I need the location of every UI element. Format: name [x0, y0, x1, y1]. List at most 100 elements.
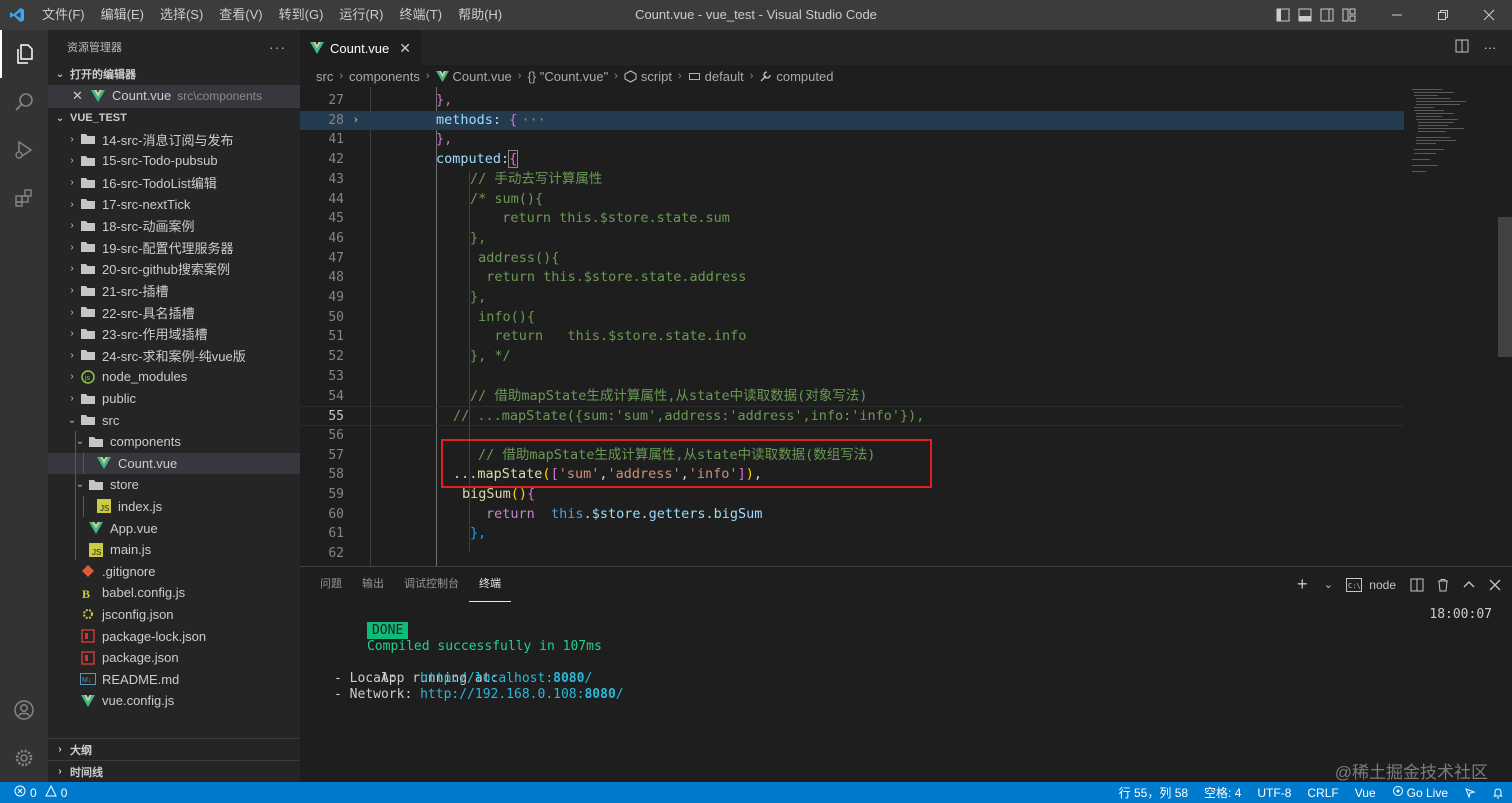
tree-item-file[interactable]: .gitignore: [48, 560, 300, 582]
scrollbar-thumb[interactable]: [1498, 217, 1512, 357]
tree-item-app-vue[interactable]: App.vue: [48, 517, 300, 539]
tree-item-folder[interactable]: › js node_modules: [48, 366, 300, 388]
tab-output[interactable]: 输出: [352, 568, 394, 601]
tree-item-file[interactable]: Bbabel.config.js: [48, 582, 300, 604]
tree-item-folder[interactable]: › 24-src-求和案例-纯vue版: [48, 345, 300, 367]
feedback-icon[interactable]: [1456, 787, 1484, 799]
menu-file[interactable]: 文件(F): [34, 0, 93, 30]
code-editor[interactable]: 27 }, 28 › methods: {··· 41 }, 42 comput…: [300, 87, 1512, 566]
local-url[interactable]: http://localhost:8080/: [420, 671, 592, 686]
tab-debug-console[interactable]: 调试控制台: [394, 568, 469, 601]
indentation[interactable]: 空格: 4: [1196, 784, 1249, 801]
tree-item-folder[interactable]: › 23-src-作用域插槽: [48, 323, 300, 345]
chevron-right-icon: ›: [70, 155, 74, 167]
maximize-panel-icon[interactable]: [1458, 574, 1480, 596]
encoding[interactable]: UTF-8: [1249, 786, 1299, 800]
tree-item-folder[interactable]: › 16-src-TodoList编辑: [48, 172, 300, 194]
tab-problems[interactable]: 问题: [310, 568, 352, 601]
breadcrumb-computed[interactable]: computed: [776, 69, 833, 84]
tree-item-count-vue[interactable]: Count.vue: [48, 452, 300, 475]
breadcrumb-default[interactable]: default: [705, 69, 744, 84]
settings-gear-icon[interactable]: [0, 734, 48, 782]
toggle-sidebar-icon[interactable]: [1272, 0, 1294, 30]
tree-item-file[interactable]: package-lock.json: [48, 625, 300, 647]
tree-item-folder[interactable]: › 20-src-github搜索案例: [48, 258, 300, 280]
toggle-panel-icon[interactable]: [1294, 0, 1316, 30]
breadcrumb-src[interactable]: src: [316, 69, 333, 84]
chevron-right-icon[interactable]: ›: [354, 111, 358, 131]
menu-edit[interactable]: 编辑(E): [93, 0, 152, 30]
split-terminal-icon[interactable]: [1406, 574, 1428, 596]
tree-item-index-js[interactable]: JS index.js: [48, 495, 300, 518]
breadcrumb-script[interactable]: script: [641, 69, 672, 84]
vscode-logo-icon[interactable]: [0, 0, 34, 30]
menu-view[interactable]: 查看(V): [211, 0, 270, 30]
breadcrumb-file[interactable]: Count.vue: [453, 69, 512, 84]
accounts-icon[interactable]: [0, 686, 48, 734]
breadcrumb-components[interactable]: components: [349, 69, 420, 84]
tree-item-folder[interactable]: › 15-src-Todo-pubsub: [48, 150, 300, 172]
split-editor-icon[interactable]: [1448, 39, 1476, 56]
tree-item-file[interactable]: M↓ README.md: [48, 668, 300, 690]
cursor-position[interactable]: 行 55，列 58: [1111, 784, 1196, 801]
terminal-shell-label[interactable]: node: [1369, 574, 1396, 596]
tree-item-folder[interactable]: › 21-src-插槽: [48, 280, 300, 302]
minimap[interactable]: [1404, 87, 1498, 566]
tab-terminal[interactable]: 终端: [469, 568, 511, 602]
close-icon[interactable]: ✕: [72, 88, 86, 104]
tree-item-folder[interactable]: ⌄ src: [48, 409, 300, 431]
tree-item-file[interactable]: package.json: [48, 647, 300, 669]
code-comment: // 借助mapState生成计算属性,从state中读取数据(对象写法): [470, 387, 868, 404]
timeline-section[interactable]: › 时间线: [48, 760, 300, 782]
more-actions-icon[interactable]: ···: [269, 39, 286, 55]
editor-scrollbar[interactable]: [1498, 87, 1512, 566]
close-tab-icon[interactable]: ✕: [399, 40, 411, 57]
menu-terminal[interactable]: 终端(T): [391, 0, 450, 30]
more-actions-icon[interactable]: ···: [1476, 40, 1504, 55]
tree-item-folder[interactable]: › 19-src-配置代理服务器: [48, 237, 300, 259]
line-number: 60: [328, 506, 344, 522]
project-section[interactable]: ⌄ VUE_TEST: [48, 106, 300, 129]
close-window-icon[interactable]: [1466, 0, 1512, 30]
tree-item-file[interactable]: vue.config.js: [48, 690, 300, 712]
tree-item-components[interactable]: ⌄ components: [48, 430, 300, 453]
open-editors-section[interactable]: ⌄ 打开的编辑器: [48, 63, 300, 85]
language-mode[interactable]: Vue: [1347, 786, 1384, 800]
close-panel-icon[interactable]: [1484, 574, 1506, 596]
tree-item-file[interactable]: jsconfig.json: [48, 604, 300, 626]
breadcrumb-module[interactable]: {} "Count.vue": [527, 69, 608, 84]
menu-help[interactable]: 帮助(H): [450, 0, 510, 30]
open-editor-item[interactable]: ✕ Count.vue src\components: [48, 85, 300, 107]
tree-item-folder[interactable]: › public: [48, 388, 300, 410]
explorer-icon[interactable]: [0, 30, 48, 78]
notifications-bell-icon[interactable]: [1484, 787, 1512, 799]
tree-item-main-js[interactable]: JS main.js: [48, 538, 300, 561]
menu-selection[interactable]: 选择(S): [152, 0, 211, 30]
restore-icon[interactable]: [1420, 0, 1466, 30]
customize-layout-icon[interactable]: [1338, 0, 1360, 30]
menu-go[interactable]: 转到(G): [271, 0, 332, 30]
toggle-secondary-sidebar-icon[interactable]: [1316, 0, 1338, 30]
tree-item-folder[interactable]: › 22-src-具名插槽: [48, 301, 300, 323]
terminal-output[interactable]: DONE Compiled successfully in 107ms 18:0…: [320, 607, 1492, 703]
extensions-icon[interactable]: [0, 174, 48, 222]
problems-status[interactable]: 0 0: [0, 784, 67, 800]
chevron-down-icon[interactable]: ⌄: [1317, 574, 1339, 596]
go-live-button[interactable]: Go Live: [1384, 785, 1456, 800]
tree-item-folder[interactable]: › 14-src-消息订阅与发布: [48, 129, 300, 151]
tree-item-folder[interactable]: › 18-src-动画案例: [48, 215, 300, 237]
outline-section[interactable]: › 大纲: [48, 738, 300, 760]
network-url[interactable]: http://192.168.0.108:8080/: [420, 687, 624, 702]
run-debug-icon[interactable]: [0, 126, 48, 174]
tab-count-vue[interactable]: Count.vue ✕: [300, 30, 421, 65]
line-ending[interactable]: CRLF: [1299, 786, 1346, 800]
compile-time: 18:00:07: [1429, 607, 1492, 622]
search-icon[interactable]: [0, 78, 48, 126]
tree-item-folder[interactable]: › 17-src-nextTick: [48, 193, 300, 215]
new-terminal-icon[interactable]: +: [1291, 574, 1313, 596]
minimize-icon[interactable]: [1374, 0, 1420, 30]
code-text: methods: {···: [436, 111, 546, 128]
tree-item-store[interactable]: ⌄ store: [48, 474, 300, 496]
trash-icon[interactable]: [1432, 574, 1454, 596]
menu-run[interactable]: 运行(R): [331, 0, 391, 30]
